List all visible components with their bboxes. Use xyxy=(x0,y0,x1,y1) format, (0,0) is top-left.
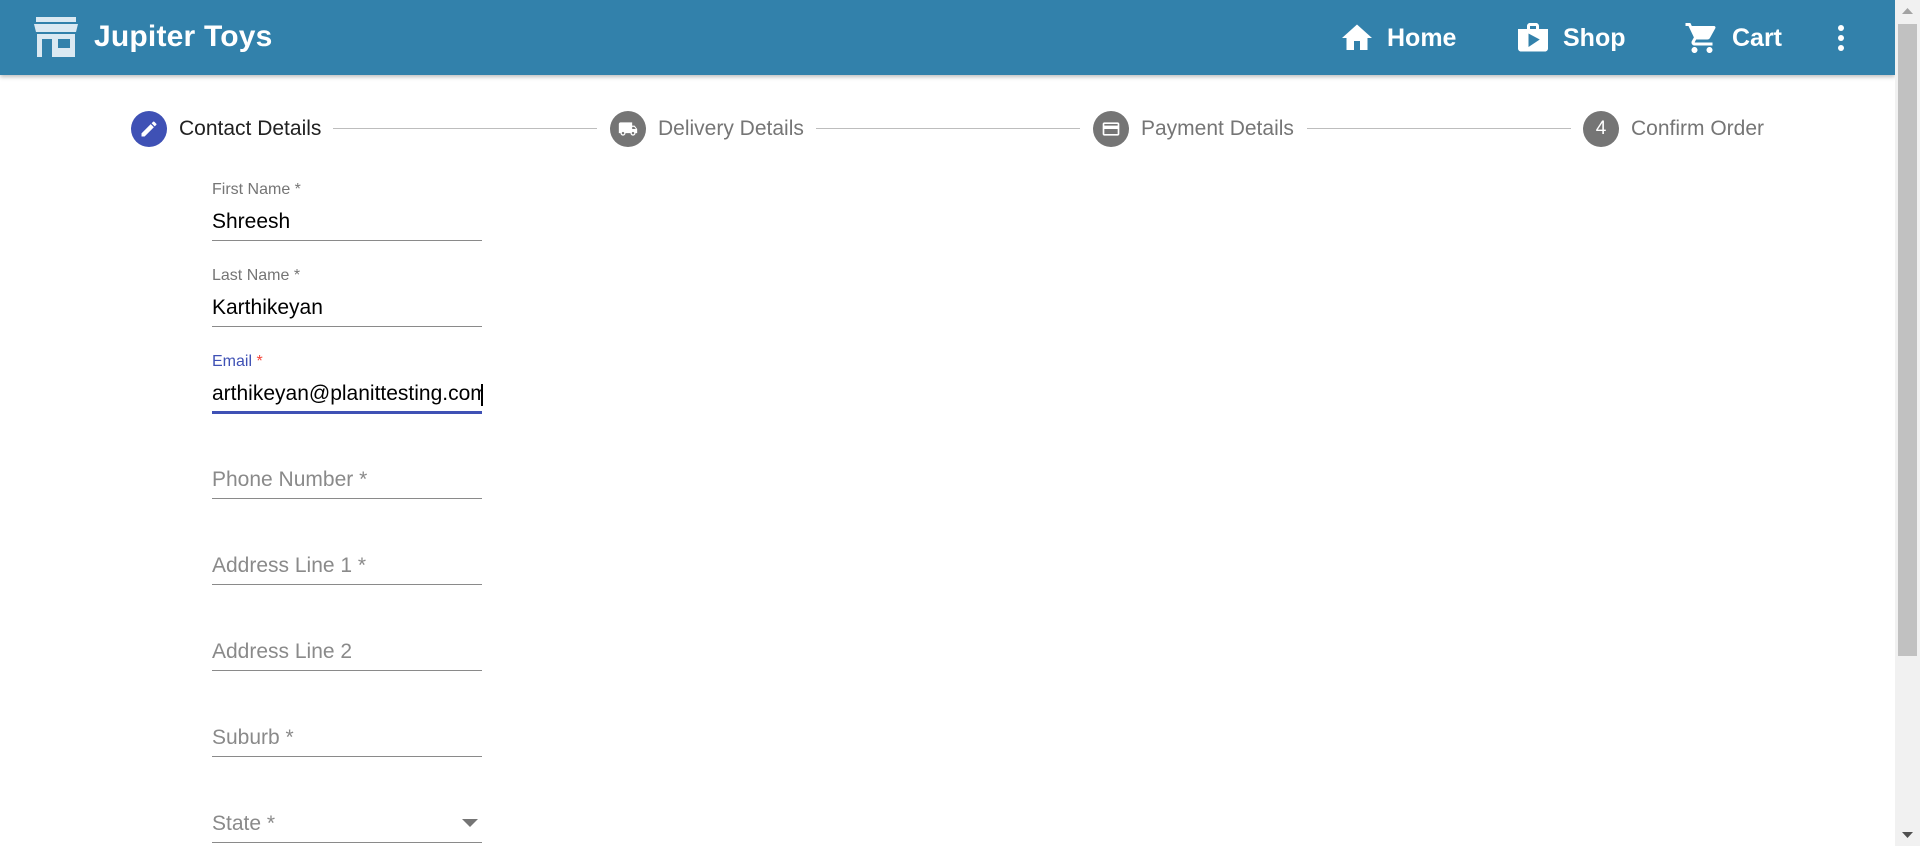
first-name-label: First Name * xyxy=(212,181,301,198)
last-name-label: Last Name * xyxy=(212,267,301,284)
last-name-underline xyxy=(212,326,482,327)
edit-icon xyxy=(141,121,157,137)
dropdown-arrow-icon[interactable] xyxy=(462,819,478,827)
home-icon xyxy=(1342,24,1372,50)
truck-icon xyxy=(618,122,638,136)
step-2-badge xyxy=(610,111,646,147)
required-asterisk: * xyxy=(252,353,263,370)
email-underline xyxy=(212,411,482,414)
step-4-badge: 4 xyxy=(1583,111,1619,147)
shopping-bag-icon xyxy=(1518,23,1548,52)
page-scrollbar[interactable] xyxy=(1895,0,1920,846)
credit-card-icon xyxy=(1102,122,1120,136)
state-underline xyxy=(212,842,482,843)
step-connector xyxy=(333,128,597,129)
step-4-label: Confirm Order xyxy=(1631,117,1765,140)
email-input[interactable]: arthikeyan@planittesting.com xyxy=(212,381,482,407)
brand[interactable]: Jupiter Toys xyxy=(34,17,273,57)
step-1-label: Contact Details xyxy=(179,117,322,140)
address-line-1-underline xyxy=(212,584,482,585)
nav-cart-button[interactable]: Cart xyxy=(1684,16,1782,60)
step-connector xyxy=(1307,128,1571,129)
step-3-badge xyxy=(1093,111,1129,147)
step-3-label: Payment Details xyxy=(1141,117,1294,140)
email-label-text: Email xyxy=(212,353,253,370)
step-confirm-order[interactable]: 4 Confirm Order xyxy=(1583,111,1764,147)
scroll-up-arrow-icon[interactable] xyxy=(1895,0,1920,22)
nav-shop-button[interactable]: Shop xyxy=(1515,16,1626,60)
step-2-label: Delivery Details xyxy=(658,117,804,140)
nav-home-button[interactable]: Home xyxy=(1339,16,1456,60)
step-connector xyxy=(816,128,1080,129)
scroll-down-arrow-icon[interactable] xyxy=(1895,824,1920,846)
nav-shop-label: Shop xyxy=(1563,23,1626,52)
app-title: Jupiter Toys xyxy=(94,20,273,53)
suburb-underline xyxy=(212,756,482,757)
cart-icon xyxy=(1685,23,1716,53)
address-line-2-placeholder: Address Line 2 xyxy=(212,640,353,663)
address-line-2-underline xyxy=(212,670,482,671)
step-1-badge xyxy=(131,111,167,147)
phone-number-placeholder: Phone Number * xyxy=(212,468,368,491)
last-name-input[interactable]: Karthikeyan xyxy=(212,295,482,321)
text-cursor xyxy=(481,384,483,406)
address-line-1-placeholder: Address Line 1 * xyxy=(212,554,367,577)
email-label: Email * xyxy=(212,353,263,371)
checkout-stepper: Contact Details Delivery Details Payment… xyxy=(0,100,1895,158)
step-4-number: 4 xyxy=(1595,118,1607,139)
store-icon xyxy=(34,17,78,57)
more-vert-icon[interactable] xyxy=(1826,22,1856,54)
scrollbar-thumb[interactable] xyxy=(1898,24,1917,656)
nav-home-label: Home xyxy=(1387,23,1457,52)
nav-cart-label: Cart xyxy=(1732,23,1783,52)
step-payment-details[interactable]: Payment Details xyxy=(1093,111,1294,147)
first-name-underline xyxy=(212,240,482,241)
phone-number-underline xyxy=(212,498,482,499)
app-bar: Jupiter Toys Home Shop Cart xyxy=(0,0,1895,75)
suburb-placeholder: Suburb * xyxy=(212,726,294,749)
first-name-input[interactable]: Shreesh xyxy=(212,209,482,235)
state-placeholder: State * xyxy=(212,812,276,835)
step-contact-details[interactable]: Contact Details xyxy=(131,111,321,147)
step-delivery-details[interactable]: Delivery Details xyxy=(610,111,804,147)
